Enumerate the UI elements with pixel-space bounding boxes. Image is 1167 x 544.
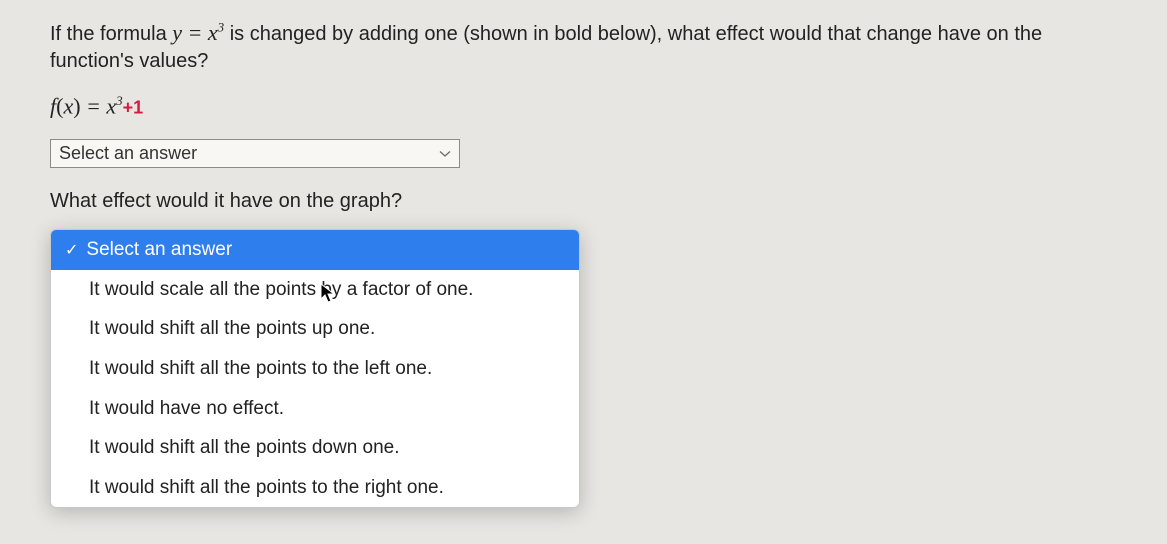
dropdown-option-placeholder[interactable]: ✓ Select an answer — [51, 230, 579, 270]
formula-eq: = — [182, 20, 208, 45]
equation-paren-close: ) — [73, 93, 80, 118]
dropdown-option-5[interactable]: It would shift all the points to the rig… — [51, 468, 579, 508]
question-1-before: If the formula — [50, 23, 172, 45]
answer-select-2-dropdown[interactable]: ✓ Select an answer It would scale all the… — [50, 229, 580, 508]
equation-base: x — [106, 93, 116, 118]
dropdown-option-3[interactable]: It would have no effect. — [51, 389, 579, 429]
dropdown-option-0[interactable]: It would scale all the points by a facto… — [51, 270, 579, 310]
select-1-placeholder: Select an answer — [59, 143, 197, 164]
answer-select-1[interactable]: Select an answer — [50, 139, 460, 168]
equation-plus-one: +1 — [123, 97, 144, 117]
question-1-text: If the formula y = x3 is changed by addi… — [50, 18, 1117, 75]
dropdown-option-2[interactable]: It would shift all the points to the lef… — [51, 349, 579, 389]
chevron-down-icon — [439, 147, 451, 161]
dropdown-selected-label: Select an answer — [86, 239, 232, 260]
formula-y: y — [172, 20, 182, 45]
formula-x: x — [208, 20, 218, 45]
question-2-text: What effect would it have on the graph? — [50, 190, 1117, 213]
check-icon: ✓ — [65, 242, 78, 259]
dropdown-option-1[interactable]: It would shift all the points up one. — [51, 309, 579, 349]
formula-inline: y = x3 — [172, 20, 224, 45]
equation-eq: = — [81, 93, 107, 118]
dropdown-option-4[interactable]: It would shift all the points down one. — [51, 428, 579, 468]
equation-x-arg: x — [63, 93, 73, 118]
equation-display: f(x) = x3+1 — [50, 93, 1117, 119]
